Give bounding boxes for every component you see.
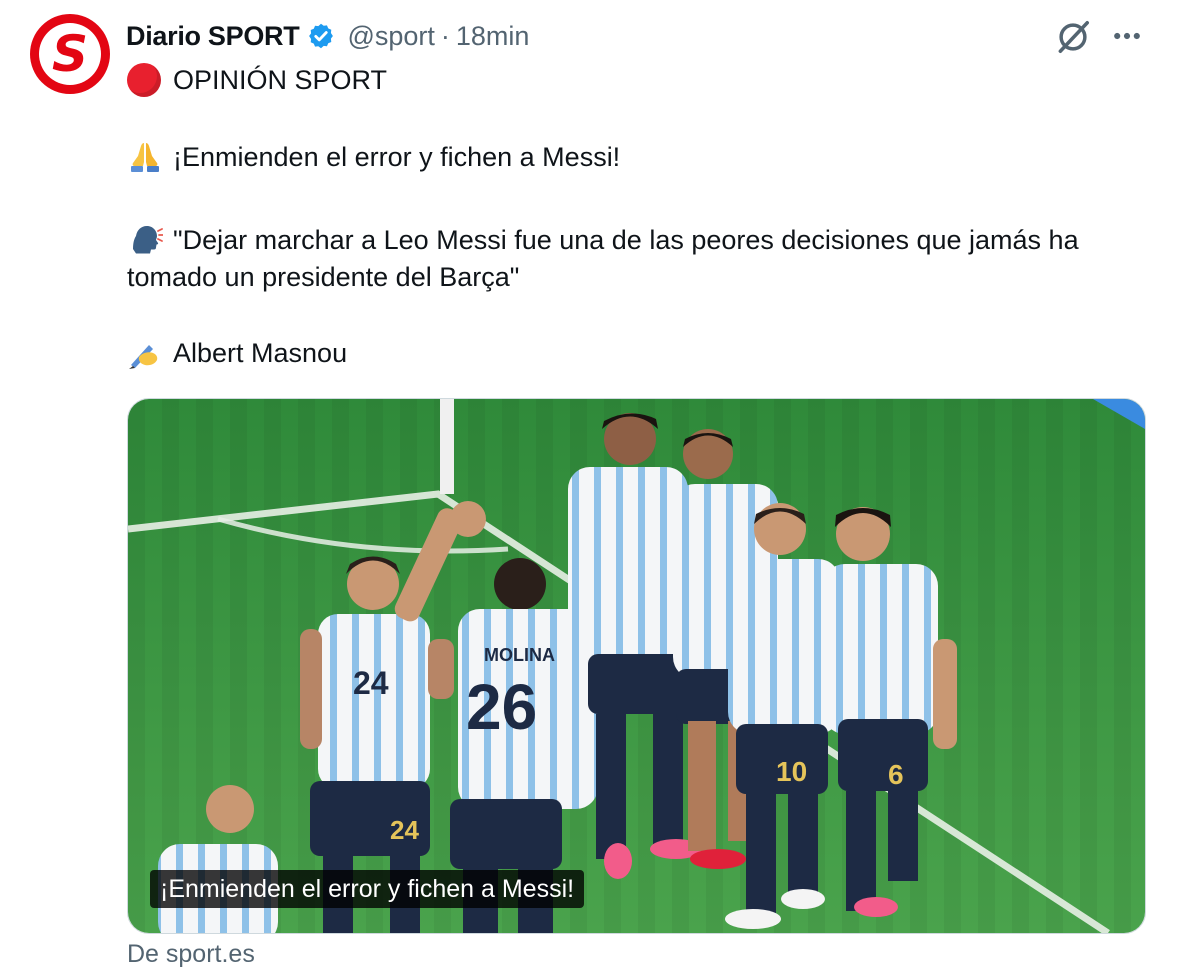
writing-hand-emoji	[129, 345, 158, 369]
avatar-logo-letter: S	[51, 25, 88, 83]
more-options-icon[interactable]	[1110, 22, 1144, 50]
tweet-text-line-3: "Dejar marchar a Leo Messi fue una de la…	[127, 219, 1157, 296]
author-byline: Albert Masnou	[173, 338, 348, 368]
folded-hands-emoji	[131, 143, 159, 172]
jersey-number-24: 24	[353, 665, 389, 701]
avatar[interactable]: S	[30, 14, 110, 94]
shorts-number-6: 6	[888, 759, 904, 790]
tweet-timestamp[interactable]: 18min	[456, 21, 530, 52]
tweet-text-line-4: Albert Masnou	[127, 335, 347, 372]
quote-text: "Dejar marchar a Leo Messi fue una de la…	[127, 225, 1079, 292]
shorts-number-24: 24	[390, 815, 419, 845]
media-image[interactable]: 24 24 MOLINA 26 10 6	[127, 398, 1146, 934]
verified-badge-icon	[309, 23, 334, 49]
football-celebration-photo: 24 24 MOLINA 26 10 6	[128, 399, 1145, 933]
author-handle[interactable]: @sport	[347, 21, 434, 52]
link-source[interactable]: De sport.es	[127, 940, 255, 969]
media-caption: ¡Enmienden el error y fichen a Messi!	[150, 870, 585, 908]
author-name[interactable]: Diario SPORT	[126, 21, 300, 52]
red-circle-emoji	[127, 63, 161, 97]
tweet-text-line-1: OPINIÓN SPORT	[127, 60, 387, 100]
jersey-name-molina: MOLINA	[484, 645, 555, 665]
shorts-number-10: 10	[776, 756, 807, 787]
speaking-head-emoji	[133, 226, 163, 254]
opinion-label: OPINIÓN SPORT	[173, 64, 388, 95]
tweet-text-line-2: ¡Enmienden el error y fichen a Messi!	[127, 139, 620, 176]
header-separator: ·	[440, 20, 450, 51]
tweet-card[interactable]: S Diario SPORT @sport · 18min OPINIÓN SP…	[0, 0, 1200, 973]
jersey-number-26: 26	[466, 671, 537, 743]
avatar-logo: S	[39, 23, 101, 85]
grok-icon[interactable]	[1054, 18, 1092, 56]
headline-text: ¡Enmienden el error y fichen a Messi!	[173, 142, 621, 172]
tweet-header: Diario SPORT @sport · 18min	[126, 16, 529, 56]
